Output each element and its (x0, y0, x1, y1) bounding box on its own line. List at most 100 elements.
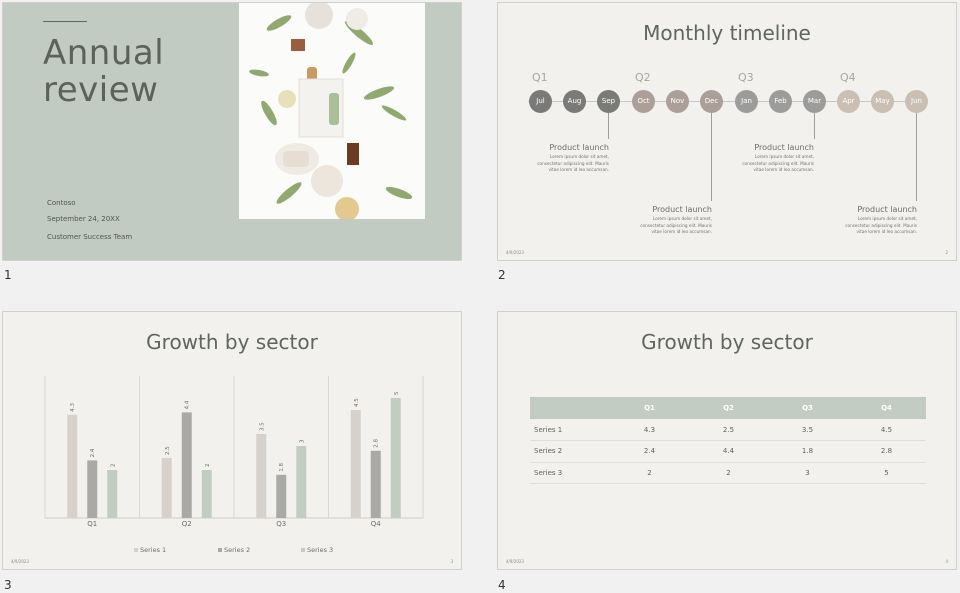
table-cell: 3 (768, 462, 847, 484)
event-heading: Product launch (754, 143, 814, 152)
table-cell: 4.3 (610, 419, 689, 441)
bar-series-2-q4 (370, 450, 381, 518)
month-jan: Jan (735, 90, 758, 113)
slide-title: Monthly timeline (643, 21, 811, 45)
slide-thumbnail-4[interactable]: Growth by sector Q1 Q2 Q3 Q4 Series 1 4.… (497, 311, 957, 570)
category-label-q3: Q3 (276, 520, 287, 528)
month-oct: Oct (632, 90, 655, 113)
data-label: 4.3 (70, 403, 76, 412)
data-label: 1.8 (279, 463, 285, 472)
slide-thumbnail-2[interactable]: Monthly timeline Q1 Q2 Q3 Q4 Jul Aug Sep… (497, 2, 957, 261)
event-body-line: vitae lorem id leo accumsan. (856, 229, 917, 234)
event-heading: Product launch (652, 205, 712, 214)
month-may: May (871, 90, 894, 113)
data-label: 2 (110, 464, 116, 468)
data-label: 2.4 (90, 448, 96, 457)
event-heading: Product launch (549, 143, 609, 152)
cosmetics-photo (239, 3, 425, 219)
table-cell: Series 1 (530, 419, 610, 441)
table-header-cell: Q2 (689, 397, 768, 419)
month-feb: Feb (769, 90, 792, 113)
timeline-line (528, 101, 928, 102)
quarter-label-q4: Q4 (840, 71, 856, 84)
data-label: 2.5 (165, 446, 171, 455)
bar-series-3-q3 (296, 446, 307, 518)
title-line-2: review (43, 70, 159, 110)
footer-date: 4/9/2023 (506, 559, 524, 564)
legend-item-series-3: Series 3 (301, 546, 333, 554)
slide-number-4: 4 (498, 578, 506, 592)
bar-series-1-q1 (67, 414, 78, 518)
slide-number-2: 2 (498, 268, 506, 282)
bar-series-1-q4 (350, 410, 361, 518)
data-label: 4.5 (354, 398, 360, 407)
timeline-event: Product launch Lorem ipsum dolor sit ame… (714, 143, 814, 174)
table-header-cell (530, 397, 610, 419)
event-body-line: vitae lorem id leo accumsan. (753, 167, 814, 172)
category-label-q4: Q4 (370, 520, 381, 528)
table-cell: 2 (689, 462, 768, 484)
slide-title: Growth by sector (641, 330, 813, 354)
legend-swatch (218, 548, 222, 552)
timeline-event: Product launch Lorem ipsum dolor sit ame… (817, 205, 917, 236)
bar-series-3-q4 (390, 398, 401, 518)
bar-series-1-q2 (161, 458, 172, 518)
legend-label: Series 3 (307, 546, 334, 554)
data-label: 5 (394, 391, 400, 395)
title-line-1: Annual (43, 33, 165, 73)
team-name: Customer Success Team (47, 233, 133, 241)
table-header-cell: Q4 (847, 397, 926, 419)
data-label: 3 (299, 439, 305, 443)
slide-number-3: 3 (4, 578, 12, 592)
event-body: Lorem ipsum dolor sit amet, consectetur … (714, 154, 814, 174)
bar-series-2-q1 (87, 460, 98, 518)
data-label: 2 (205, 464, 211, 468)
bar-series-3-q2 (201, 470, 212, 518)
table-cell: 5 (847, 462, 926, 484)
slide-thumbnail-1[interactable]: Annual review Contoso September 24, 20XX… (2, 2, 462, 261)
legend-item-series-1: Series 1 (134, 546, 166, 554)
presentation-date: September 24, 20XX (47, 215, 120, 223)
bar-series-1-q3 (256, 434, 267, 518)
table-cell: 1.8 (768, 440, 847, 463)
table-cell: Series 3 (530, 462, 610, 484)
table-cell: 2.8 (847, 440, 926, 463)
month-aug: Aug (563, 90, 586, 113)
month-nov: Nov (666, 90, 689, 113)
month-sep: Sep (597, 90, 620, 113)
event-body: Lorem ipsum dolor sit amet, consectetur … (612, 216, 712, 236)
quarter-label-q3: Q3 (738, 71, 754, 84)
slide-thumbnail-3[interactable]: Growth by sector 4.3 2.4 2 2.5 4.4 2 3.5 1.8 3 4.… (2, 311, 462, 570)
legend-label: Series 2 (224, 546, 251, 554)
footer-slide-number: 3 (450, 559, 453, 564)
event-connector (814, 113, 815, 139)
footer-slide-number: 4 (945, 559, 948, 564)
title-rule (43, 21, 87, 22)
legend-swatch (134, 548, 138, 552)
event-connector (916, 113, 917, 201)
footer-date: 4/9/2023 (506, 250, 524, 255)
slide-number-1: 1 (4, 268, 12, 282)
table-cell: 3.5 (768, 419, 847, 441)
company-name: Contoso (47, 199, 76, 207)
event-body-line: vitae lorem id leo accumsan. (548, 167, 609, 172)
event-body: Lorem ipsum dolor sit amet, consectetur … (509, 154, 609, 174)
bar-series-3-q1 (107, 470, 118, 518)
footer-slide-number: 2 (945, 250, 948, 255)
table-row: Series 2 2.4 4.4 1.8 2.8 (530, 440, 926, 463)
category-label-q1: Q1 (87, 520, 98, 528)
table-cell: 2 (610, 462, 689, 484)
quarter-label-q2: Q2 (635, 71, 651, 84)
month-apr: Apr (837, 90, 860, 113)
bar-series-2-q2 (181, 412, 192, 518)
timeline-event: Product launch Lorem ipsum dolor sit ame… (612, 205, 712, 236)
quarter-label-q1: Q1 (532, 71, 548, 84)
data-label: 3.5 (259, 422, 265, 431)
table-header-cell: Q1 (610, 397, 689, 419)
table-row: Series 3 2 2 3 5 (530, 462, 926, 484)
footer-date: 4/9/2023 (11, 559, 29, 564)
legend-item-series-2: Series 2 (218, 546, 250, 554)
table-cell: 2.5 (689, 419, 768, 441)
event-connector (608, 113, 609, 139)
category-label-q2: Q2 (181, 520, 192, 528)
